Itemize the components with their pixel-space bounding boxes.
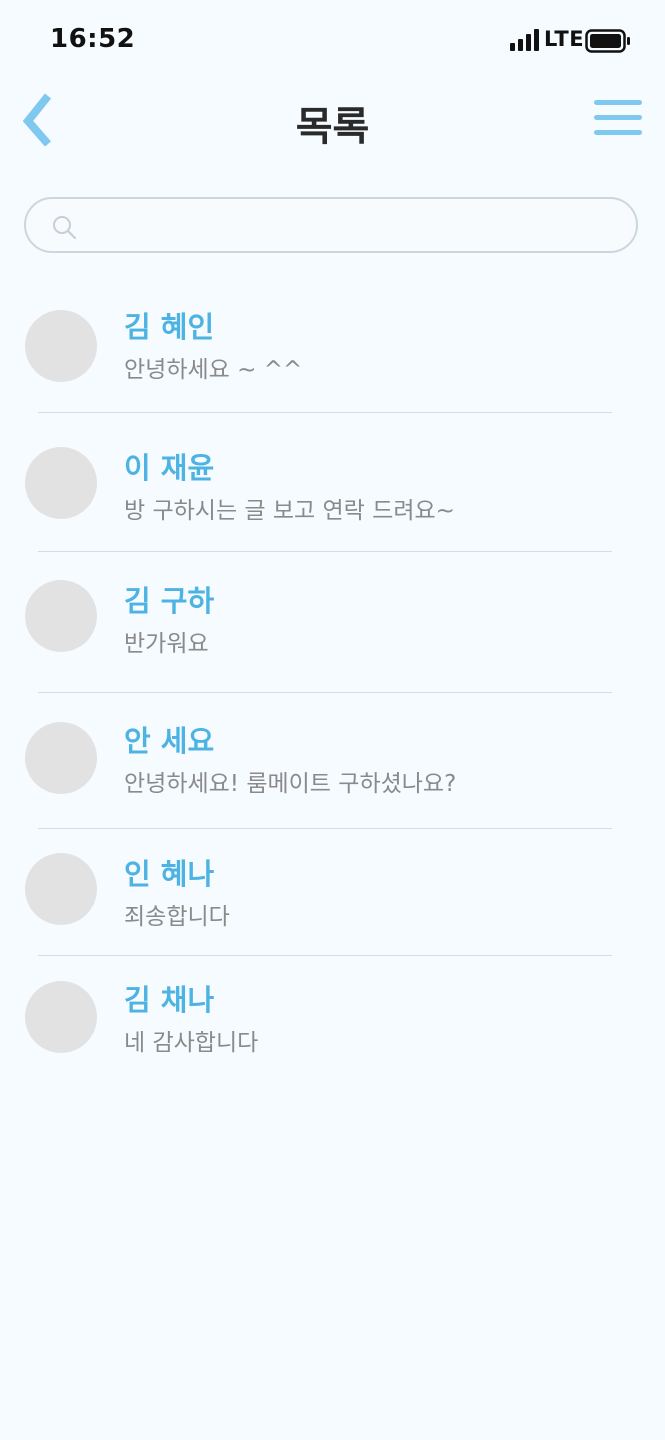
message-preview: 죄송합니다: [124, 904, 230, 930]
message-preview: 네 감사합니다: [124, 1030, 259, 1056]
avatar: [25, 580, 97, 652]
search-icon: [53, 216, 77, 240]
search-input[interactable]: [90, 207, 624, 245]
contact-name: 김 구하: [124, 584, 215, 618]
list-item[interactable]: 김 채나 네 감사합니다: [0, 971, 665, 1081]
avatar: [25, 853, 97, 925]
avatar: [25, 310, 97, 382]
battery-icon: [585, 29, 630, 53]
divider: [38, 955, 612, 956]
menu-button[interactable]: [590, 98, 646, 138]
list-item[interactable]: 안 세요 안녕하세요! 룸메이트 구하셨나요?: [0, 712, 665, 826]
contact-name: 이 재윤: [124, 451, 215, 485]
message-preview: 반가워요: [124, 631, 209, 657]
contact-name: 김 혜인: [124, 310, 215, 344]
list-item[interactable]: 이 재윤 방 구하시는 글 보고 연락 드려요~: [0, 437, 665, 549]
list-item[interactable]: 김 구하 반가워요: [0, 570, 665, 690]
message-preview: 안녕하세요 ~ ^^: [124, 357, 303, 383]
signal-strength-icon: [510, 29, 539, 51]
avatar: [25, 981, 97, 1053]
avatar: [25, 447, 97, 519]
status-time: 16:52: [50, 24, 136, 54]
message-preview: 안녕하세요! 룸메이트 구하셨나요?: [124, 771, 457, 797]
page-title: 목록: [295, 104, 370, 150]
header: 목록: [0, 80, 665, 170]
list-item[interactable]: 김 혜인 안녕하세요 ~ ^^: [0, 300, 665, 410]
hamburger-menu-icon: [594, 100, 642, 135]
contact-name: 안 세요: [124, 724, 215, 758]
divider: [38, 828, 612, 829]
network-type-label: LTE: [544, 27, 585, 51]
contact-name: 김 채나: [124, 983, 215, 1017]
contact-name: 인 혜나: [124, 857, 215, 891]
status-bar: 16:52 LTE: [0, 0, 665, 80]
search-box[interactable]: [24, 197, 638, 253]
message-preview: 방 구하시는 글 보고 연락 드려요~: [124, 498, 455, 524]
divider: [38, 412, 612, 413]
divider: [38, 551, 612, 552]
divider: [38, 692, 612, 693]
list-item[interactable]: 인 혜나 죄송합니다: [0, 843, 665, 953]
avatar: [25, 722, 97, 794]
